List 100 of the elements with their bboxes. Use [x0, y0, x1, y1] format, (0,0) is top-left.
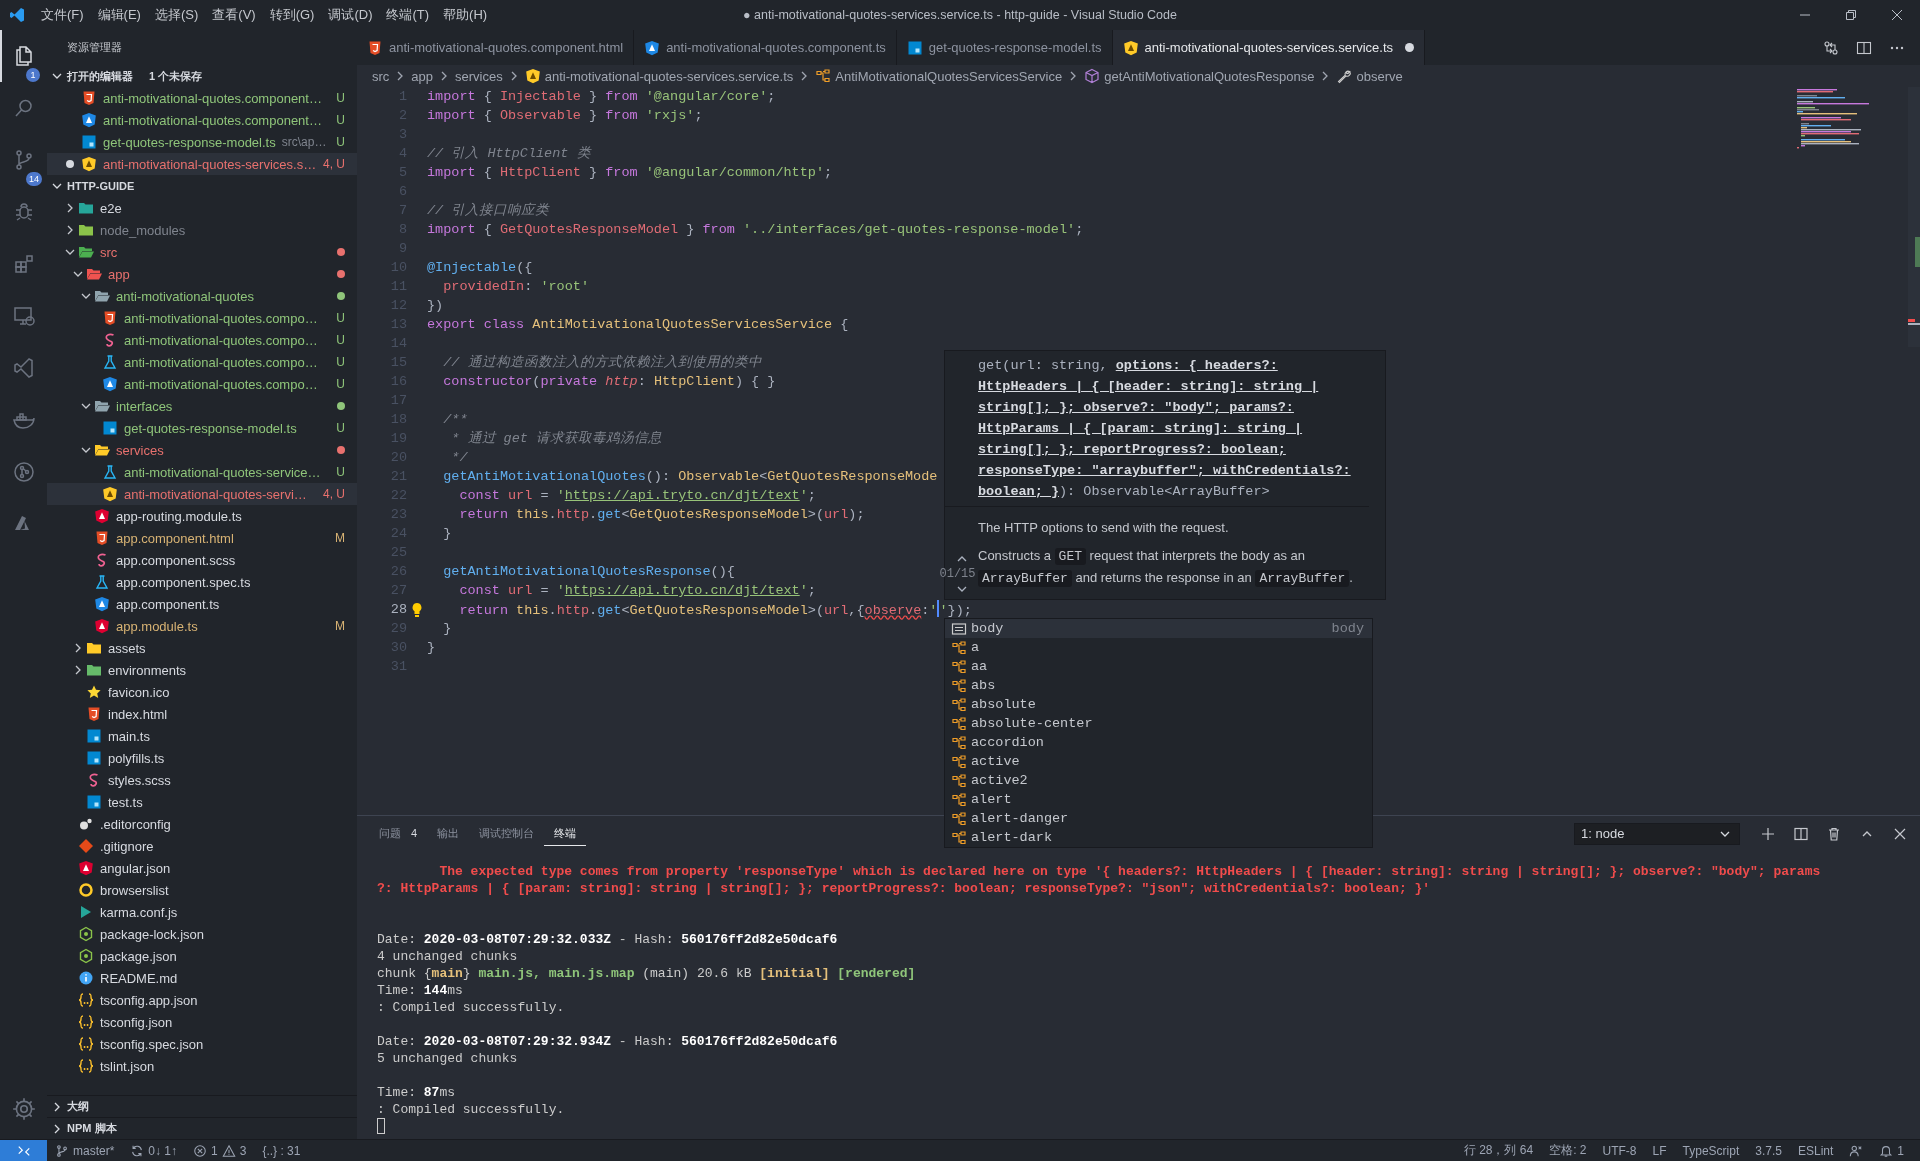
tree-item[interactable]: interfaces: [47, 395, 357, 417]
settings-icon[interactable]: [10, 1096, 37, 1122]
section-header[interactable]: HTTP-GUIDE: [47, 175, 357, 197]
tree-item[interactable]: anti-motivational-quotes-service… U: [47, 461, 357, 483]
tree-item[interactable]: anti-motivational-quotes.compo… U: [47, 373, 357, 395]
tree-item[interactable]: services: [47, 439, 357, 461]
status-item[interactable]: master*: [47, 1140, 123, 1161]
breadcrumb-item[interactable]: anti-motivational-quotes-services.service.ts: [524, 68, 794, 84]
menu-item[interactable]: 选择(S): [147, 0, 206, 30]
compare-icon[interactable]: [1823, 39, 1839, 56]
restore-icon[interactable]: [1845, 9, 1857, 21]
tree-item[interactable]: anti-motivational-quotes.compo… U: [47, 329, 357, 351]
activity-button[interactable]: 1: [0, 30, 45, 82]
problems-status[interactable]: 1 3: [185, 1140, 255, 1161]
tree-item[interactable]: .gitignore: [47, 835, 357, 857]
tree-item[interactable]: anti-motivational-quotes: [47, 285, 357, 307]
trash-icon[interactable]: [1826, 825, 1842, 842]
tree-item[interactable]: app.component.spec.ts: [47, 571, 357, 593]
status-item[interactable]: 0↓ 1↑: [122, 1140, 186, 1161]
section-header[interactable]: 打开的编辑器 1 个未保存: [47, 65, 357, 87]
tree-item[interactable]: polyfills.ts: [47, 747, 357, 769]
tree-item[interactable]: tsconfig.spec.json: [47, 1033, 357, 1055]
suggestion-item[interactable]: absolute-center: [945, 714, 1372, 733]
menu-item[interactable]: 文件(F): [34, 0, 91, 30]
breadcrumb-item[interactable]: getAntiMotivationalQuotesResponse: [1084, 68, 1315, 84]
menu-item[interactable]: 转到(G): [262, 0, 322, 30]
tree-item[interactable]: app.component.ts: [47, 593, 357, 615]
editor-tab[interactable]: anti-motivational-quotes.component.html: [357, 30, 635, 65]
panel-tab[interactable]: 终端: [544, 821, 587, 846]
tree-item[interactable]: e2e: [47, 197, 357, 219]
suggestion-item[interactable]: body body: [945, 619, 1372, 638]
breadcrumb-item[interactable]: services: [455, 68, 503, 84]
menu-item[interactable]: 调试(D): [321, 0, 380, 30]
suggestion-item[interactable]: alert-danger: [945, 809, 1372, 828]
tree-item[interactable]: src: [47, 241, 357, 263]
lightbulb-icon[interactable]: [411, 601, 423, 618]
open-editor-item[interactable]: anti-motivational-quotes-services.s… 4, U: [47, 153, 357, 175]
section-header[interactable]: 大纲: [47, 1095, 357, 1117]
tree-item[interactable]: tslint.json: [47, 1055, 357, 1077]
tree-item[interactable]: browserslist: [47, 879, 357, 901]
activity-button[interactable]: 14: [0, 134, 45, 186]
tree-item[interactable]: app.component.html M: [47, 527, 357, 549]
status-item[interactable]: 行 28，列 64: [1455, 1140, 1542, 1161]
status-item[interactable]: 3.7.5: [1747, 1140, 1790, 1161]
suggestion-item[interactable]: accordion: [945, 733, 1372, 752]
suggestion-item[interactable]: alert: [945, 790, 1372, 809]
suggestion-item[interactable]: alert-dark: [945, 828, 1372, 847]
tree-item[interactable]: package.json: [47, 945, 357, 967]
split-editor-icon[interactable]: [1856, 39, 1872, 56]
tree-item[interactable]: environments: [47, 659, 357, 681]
tree-item[interactable]: .editorconfig: [47, 813, 357, 835]
status-item[interactable]: UTF-8: [1594, 1140, 1645, 1161]
breadcrumb-item[interactable]: app: [411, 68, 434, 84]
tree-item[interactable]: app: [47, 263, 357, 285]
breadcrumb-item[interactable]: observe: [1336, 68, 1403, 84]
suggestion-item[interactable]: abs: [945, 676, 1372, 695]
breadcrumb-item[interactable]: AntiMotivationalQuotesServicesService: [815, 68, 1063, 84]
status-item[interactable]: LF: [1644, 1140, 1675, 1161]
open-editor-item[interactable]: anti-motivational-quotes.component… U: [47, 87, 357, 109]
tree-item[interactable]: styles.scss: [47, 769, 357, 791]
menu-item[interactable]: 终端(T): [379, 0, 437, 30]
open-editor-item[interactable]: anti-motivational-quotes.component… U: [47, 109, 357, 131]
split-terminal-icon[interactable]: [1793, 825, 1809, 842]
panel-tab[interactable]: 调试控制台: [469, 821, 545, 846]
tree-item[interactable]: app.component.scss: [47, 549, 357, 571]
editor-tab[interactable]: anti-motivational-quotes.component.ts: [634, 30, 897, 65]
tree-item[interactable]: app.module.ts M: [47, 615, 357, 637]
tree-item[interactable]: test.ts: [47, 791, 357, 813]
suggestion-item[interactable]: aa: [945, 657, 1372, 676]
tree-item[interactable]: tsconfig.app.json: [47, 989, 357, 1011]
menu-item[interactable]: 帮助(H): [436, 0, 495, 30]
tree-item[interactable]: assets: [47, 637, 357, 659]
monitor-icon[interactable]: [11, 304, 36, 328]
tree-item[interactable]: karma.conf.js: [47, 901, 357, 923]
open-editor-item[interactable]: get-quotes-response-model.ts src\ap… U: [47, 131, 357, 153]
suggestion-item[interactable]: absolute: [945, 695, 1372, 714]
tree-item[interactable]: angular.json: [47, 857, 357, 879]
suggestion-item[interactable]: active: [945, 752, 1372, 771]
status-item[interactable]: TypeScript: [1674, 1140, 1748, 1161]
tree-item[interactable]: package-lock.json: [47, 923, 357, 945]
tree-item[interactable]: anti-motivational-quotes.compo… U: [47, 351, 357, 373]
status-item[interactable]: ESLint: [1789, 1140, 1842, 1161]
status-item[interactable]: 1: [1871, 1140, 1912, 1161]
tree-item[interactable]: anti-motivational-quotes.compo… U: [47, 307, 357, 329]
status-item[interactable]: 空格: 2: [1541, 1140, 1595, 1161]
terminal-select[interactable]: 1: node: [1574, 822, 1740, 845]
breadcrumb-item[interactable]: src: [372, 68, 390, 84]
tree-item[interactable]: README.md: [47, 967, 357, 989]
suggestion-item[interactable]: active2: [945, 771, 1372, 790]
editor-tab[interactable]: get-quotes-response-model.ts: [896, 30, 1113, 65]
editor-tab[interactable]: anti-motivational-quotes-services.service.ts: [1112, 30, 1426, 65]
tree-item[interactable]: tsconfig.json: [47, 1011, 357, 1033]
suggestion-item[interactable]: a: [945, 638, 1372, 657]
menu-item[interactable]: 查看(V): [205, 0, 263, 30]
tree-item[interactable]: index.html: [47, 703, 357, 725]
tree-item[interactable]: get-quotes-response-model.ts U: [47, 417, 357, 439]
panel-tab[interactable]: 输出: [427, 821, 470, 846]
tree-item[interactable]: anti-motivational-quotes-servi… 4, U: [47, 483, 357, 505]
panel-tab[interactable]: 问题 4: [369, 821, 428, 846]
tree-item[interactable]: favicon.ico: [47, 681, 357, 703]
